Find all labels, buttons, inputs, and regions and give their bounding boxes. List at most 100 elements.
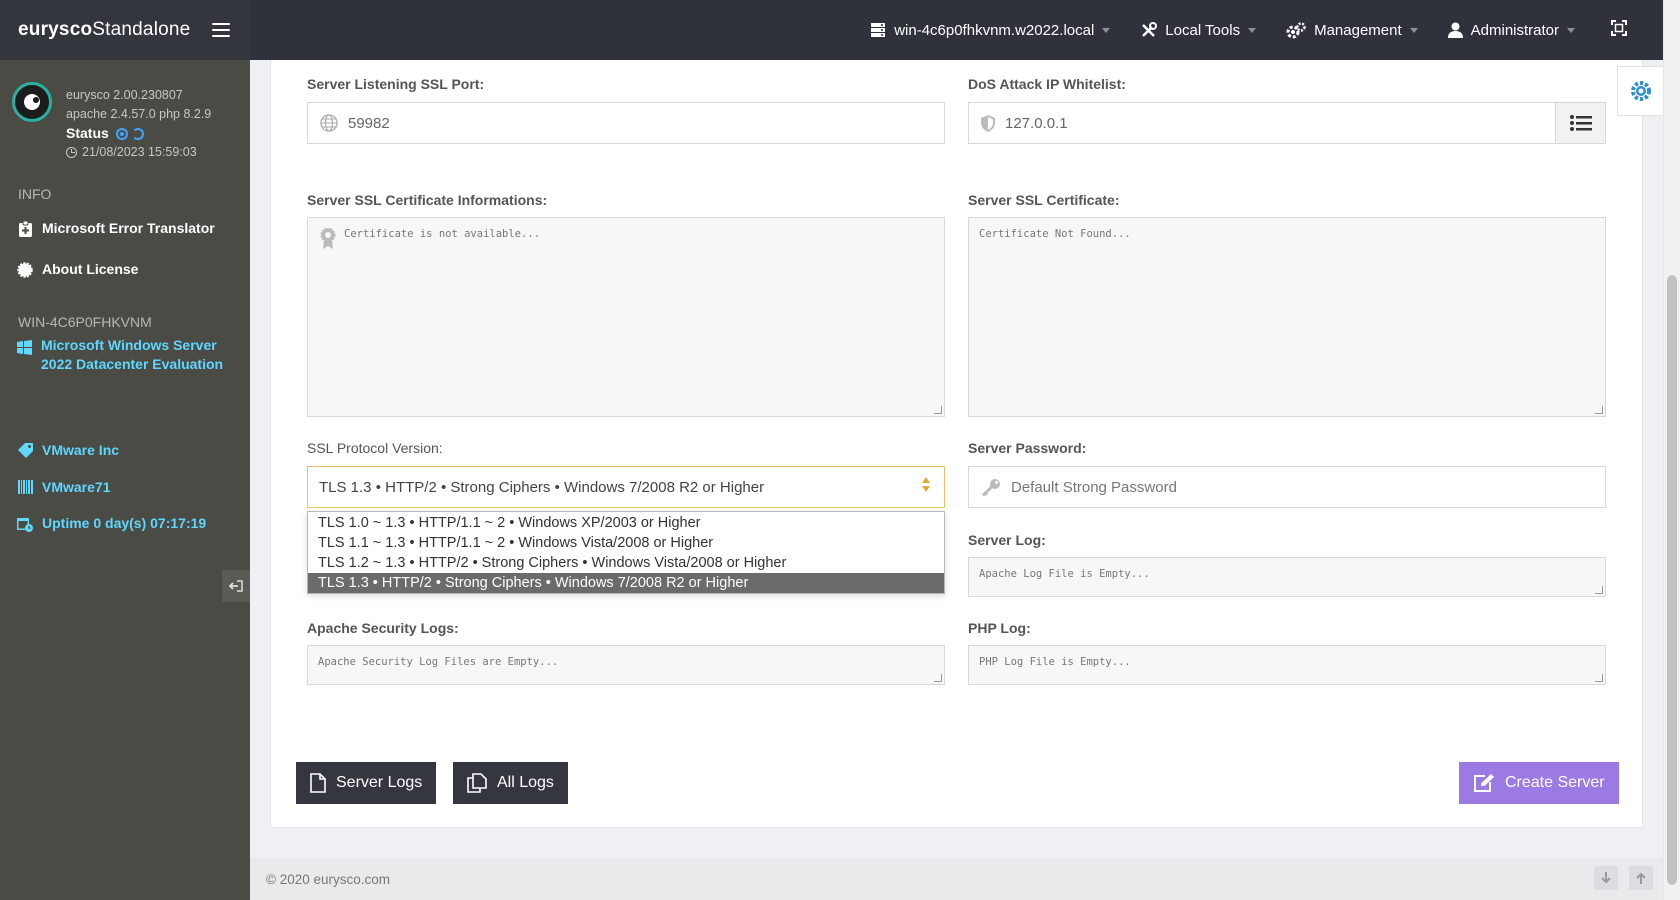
resize-handle-icon[interactable] [1595,586,1603,594]
tag-icon [17,442,33,458]
sidebar-item-label: Microsoft Error Translator [42,220,215,236]
host-label: win-4c6p0fhkvnm.w2022.local [894,21,1095,39]
ribbon-award-icon [320,227,336,253]
ssl-protocol-option-selected[interactable]: TLS 1.3 • HTTP/2 • Strong Ciphers • Wind… [308,573,944,593]
server-form-card [270,60,1643,828]
file-icon [310,773,326,793]
chevron-down-icon [1567,27,1575,33]
hamburger-menu-icon[interactable] [212,23,231,37]
security-logs-label: Apache Security Logs: [307,620,459,636]
cert-info-placeholder: Certificate is not available... [344,228,540,240]
php-log-label: PHP Log: [968,620,1031,636]
resize-handle-icon[interactable] [1595,406,1603,414]
eurysco-avatar [12,82,52,122]
page-scrollbar[interactable] [1663,0,1680,900]
host-dropdown[interactable]: win-4c6p0fhkvnm.w2022.local [870,21,1111,39]
dos-whitelist-value: 127.0.0.1 [1005,114,1068,132]
management-dropdown[interactable]: Management [1286,22,1418,39]
sidebar-item-os[interactable]: Microsoft Windows Server 2022 Datacenter… [17,336,227,374]
stack-text: apache 2.4.57.0 php 8.2.9 [66,107,212,121]
server-logs-label: Server Logs [336,774,423,791]
brand-light: Standalone [92,19,191,40]
server-icon [870,22,886,38]
cert-info-textarea[interactable]: Certificate is not available... [307,217,945,417]
whitelist-list-button[interactable] [1555,103,1605,143]
security-logs-placeholder: Apache Security Log Files are Empty... [318,656,559,668]
arrow-down-icon [1601,872,1611,884]
sidebar-item-uptime[interactable]: Uptime 0 day(s) 07:17:19 [17,515,206,532]
clock-icon [66,147,77,158]
cert-placeholder: Certificate Not Found... [979,228,1131,240]
chevron-down-icon [1102,27,1111,33]
sign-out-icon [229,580,243,592]
ssl-port-value: 59982 [348,114,390,132]
calendar-clock-icon [17,515,33,532]
password-field[interactable]: Default Strong Password [968,466,1606,508]
brand-logo[interactable]: euryscoStandalone [18,19,190,41]
dos-whitelist-field[interactable]: 127.0.0.1 [968,102,1606,144]
barcode-icon [17,479,33,494]
clipboard-plus-icon [17,220,33,237]
resize-handle-icon[interactable] [934,674,942,682]
version-text: eurysco 2.00.230807 [66,88,183,102]
shield-icon [981,114,995,132]
ssl-protocol-option[interactable]: TLS 1.2 ~ 1.3 • HTTP/2 • Strong Ciphers … [308,553,944,573]
server-logs-button[interactable]: Server Logs [296,762,437,804]
php-log-textarea[interactable]: PHP Log File is Empty... [968,645,1606,685]
ssl-port-label: Server Listening SSL Port: [307,76,485,92]
chevron-down-icon [1409,27,1418,33]
fullscreen-icon[interactable] [1611,19,1627,41]
sidebar-item-manufacturer[interactable]: VMware Inc [17,442,119,458]
certificate-icon [17,261,33,278]
php-log-placeholder: PHP Log File is Empty... [979,656,1131,668]
host-section-title: WIN-4C6P0FHKVNM [18,314,152,330]
status-label: Status [66,125,109,141]
ssl-protocol-option[interactable]: TLS 1.0 ~ 1.3 • HTTP/1.1 ~ 2 • Windows X… [308,513,944,533]
tools-icon [1140,21,1158,39]
refresh-icon[interactable] [131,127,144,140]
all-logs-label: All Logs [497,774,554,791]
copy-icon [467,773,487,793]
ssl-protocol-option[interactable]: TLS 1.1 ~ 1.3 • HTTP/1.1 ~ 2 • Windows V… [308,533,944,553]
security-logs-textarea[interactable]: Apache Security Log Files are Empty... [307,645,945,685]
sidebar-item-label: Uptime 0 day(s) 07:17:19 [42,515,207,531]
create-server-button[interactable]: Create Server [1459,762,1619,804]
password-placeholder: Default Strong Password [1011,478,1177,496]
local-tools-label: Local Tools [1165,21,1241,39]
resize-handle-icon[interactable] [934,406,942,414]
cert-label: Server SSL Certificate: [968,192,1120,208]
scroll-down-button[interactable] [1594,866,1618,890]
arrow-up-icon [1636,872,1646,884]
cert-textarea[interactable]: Certificate Not Found... [968,217,1606,417]
list-icon [1569,115,1592,131]
cert-info-label: Server SSL Certificate Informations: [307,192,548,208]
ssl-port-field[interactable]: 59982 [307,102,945,144]
sidebar-item-about-license[interactable]: About License [17,261,138,278]
management-label: Management [1314,21,1402,39]
top-menu: win-4c6p0fhkvnm.w2022.local Local Tools … [840,0,1627,60]
ssl-protocol-select[interactable]: TLS 1.3 • HTTP/2 • Strong Ciphers • Wind… [307,466,945,508]
scrollbar-thumb[interactable] [1667,275,1677,885]
all-logs-button[interactable]: All Logs [453,762,568,804]
sidebar-item-model[interactable]: VMware71 [17,479,110,495]
sidebar-item-error-translator[interactable]: Microsoft Error Translator [17,220,215,237]
ssl-protocol-selected: TLS 1.3 • HTTP/2 • Strong Ciphers • Wind… [319,478,765,496]
local-tools-dropdown[interactable]: Local Tools [1140,21,1257,39]
user-icon [1447,22,1463,38]
settings-tab[interactable] [1617,66,1663,116]
user-dropdown[interactable]: Administrator [1447,22,1575,39]
password-label: Server Password: [968,440,1087,456]
sidebar-item-label: About License [42,261,139,277]
ssl-protocol-dropdown: TLS 1.0 ~ 1.3 • HTTP/1.1 ~ 2 • Windows X… [307,511,945,594]
status-target-icon[interactable] [115,127,128,140]
brand-bold: eurysco [18,19,93,40]
sidebar-item-label: Microsoft Windows Server 2022 Datacenter… [41,337,224,372]
resize-handle-icon[interactable] [1595,674,1603,682]
server-log-textarea[interactable]: Apache Log File is Empty... [968,557,1606,597]
profile-info: eurysco 2.00.230807 apache 2.4.57.0 php … [66,86,246,162]
collapse-sidebar-button[interactable] [222,570,250,602]
windows-icon [17,336,32,355]
select-arrows-icon [922,477,930,492]
scroll-top-button[interactable] [1629,866,1653,890]
datetime-text: 21/08/2023 15:59:03 [82,145,197,159]
